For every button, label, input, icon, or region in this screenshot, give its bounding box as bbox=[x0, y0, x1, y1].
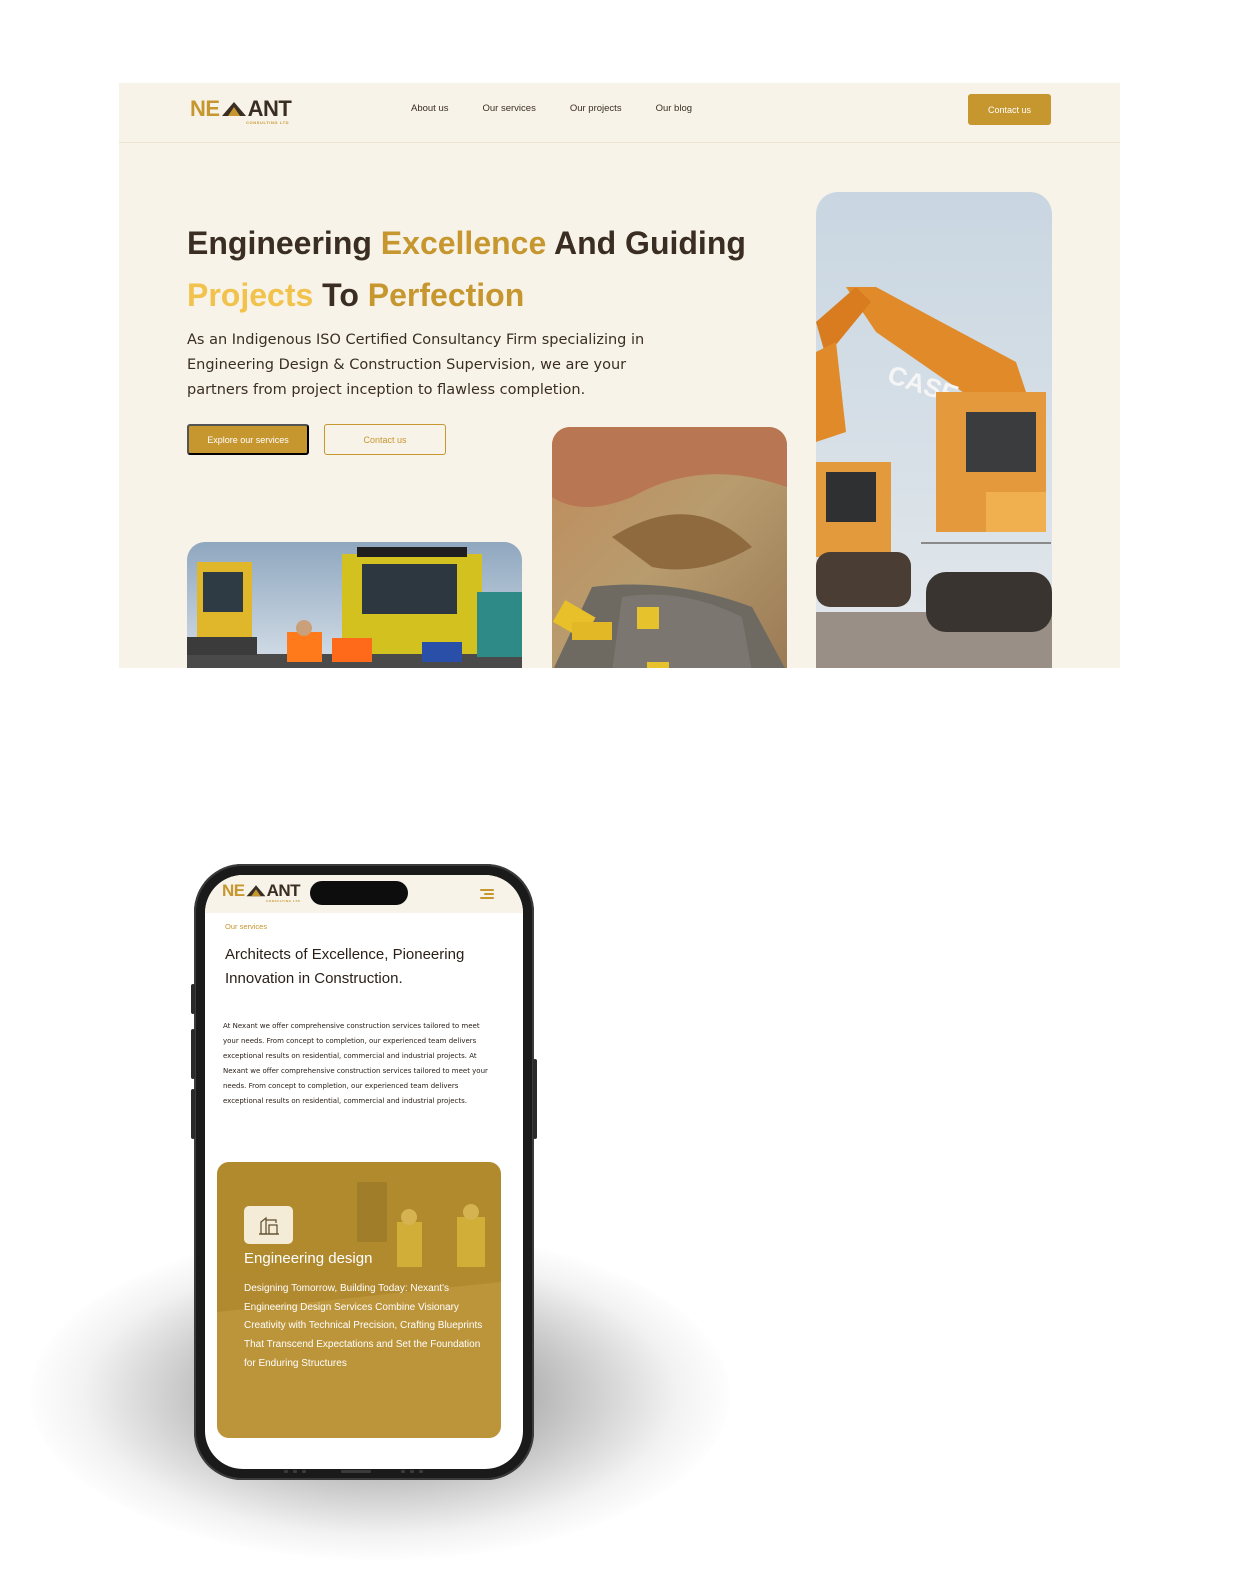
nav-about-us[interactable]: About us bbox=[411, 103, 449, 115]
logo-subtitle: CONSULTING LTD bbox=[266, 899, 301, 903]
services-heading: Architects of Excellence, Pioneering Inn… bbox=[225, 946, 465, 987]
road-roller-photo bbox=[187, 542, 522, 668]
phone-speaker-grille bbox=[284, 1470, 423, 1473]
hero-title-word-highlight: Excellence bbox=[380, 225, 547, 261]
section-label: Our services bbox=[225, 922, 268, 931]
quarry-photo bbox=[552, 427, 787, 668]
dynamic-island bbox=[310, 881, 408, 905]
logo-subtitle: CONSULTING LTD bbox=[246, 120, 290, 125]
contact-us-nav-button[interactable]: Contact us bbox=[968, 94, 1051, 125]
nexant-logo[interactable]: NE ANT CONSULTING LTD bbox=[190, 97, 300, 127]
logo-text-2: ANT bbox=[247, 96, 292, 121]
mobile-nexant-logo[interactable]: NE ANT CONSULTING LTD bbox=[222, 882, 312, 908]
engineering-design-icon bbox=[244, 1206, 293, 1244]
logo-text-2: ANT bbox=[266, 881, 301, 900]
phone-side-button bbox=[191, 1089, 195, 1139]
nav-links: About us Our services Our projects Our b… bbox=[411, 103, 692, 115]
engineering-design-card[interactable]: Engineering design Designing Tomorrow, B… bbox=[217, 1162, 501, 1438]
logo-wordmark: NE ANT bbox=[190, 96, 292, 121]
phone-side-button bbox=[191, 984, 195, 1014]
phone-side-button bbox=[533, 1059, 537, 1139]
logo-wordmark: NE ANT bbox=[222, 881, 301, 900]
logo-text-1: NE bbox=[222, 881, 245, 900]
card-title: Engineering design bbox=[244, 1250, 373, 1267]
contact-us-hero-button[interactable]: Contact us bbox=[324, 424, 446, 455]
phone-screen: NE ANT CONSULTING LTD Our services Archit… bbox=[205, 875, 523, 1469]
nav-our-projects[interactable]: Our projects bbox=[570, 103, 622, 115]
card-description: Designing Tomorrow, Building Today: Nexa… bbox=[244, 1283, 483, 1369]
phone-mockup: NE ANT CONSULTING LTD Our services Archit… bbox=[191, 864, 537, 1480]
hero-title-word: To bbox=[322, 277, 359, 313]
nav-our-blog[interactable]: Our blog bbox=[656, 103, 692, 115]
hero-title-word: And Guiding bbox=[553, 225, 746, 261]
logo-text-1: NE bbox=[190, 96, 220, 121]
phone-side-button bbox=[191, 1029, 195, 1079]
hamburger-menu-icon[interactable] bbox=[480, 888, 494, 900]
top-nav: NE ANT CONSULTING LTD About us Our servic… bbox=[119, 83, 1120, 143]
hero-title-word-highlight: Projects bbox=[187, 277, 314, 313]
hero-title-word-highlight: Perfection bbox=[367, 277, 525, 313]
hero-title-word: Engineering bbox=[187, 225, 372, 261]
hero-description: As an Indigenous ISO Certified Consultan… bbox=[187, 332, 645, 398]
logo-helmet-icon bbox=[246, 885, 266, 897]
excavator-photo: CASE bbox=[816, 192, 1052, 668]
hero-title: Engineering Excellence And Guiding Proje… bbox=[187, 217, 747, 321]
mobile-header: NE ANT CONSULTING LTD bbox=[205, 875, 523, 913]
logo-helmet-icon bbox=[221, 102, 246, 116]
nav-our-services[interactable]: Our services bbox=[483, 103, 536, 115]
desktop-mockup: NE ANT CONSULTING LTD About us Our servic… bbox=[119, 83, 1120, 668]
services-description: At Nexant we offer comprehensive constru… bbox=[223, 1022, 488, 1105]
explore-services-button[interactable]: Explore our services bbox=[187, 424, 309, 455]
